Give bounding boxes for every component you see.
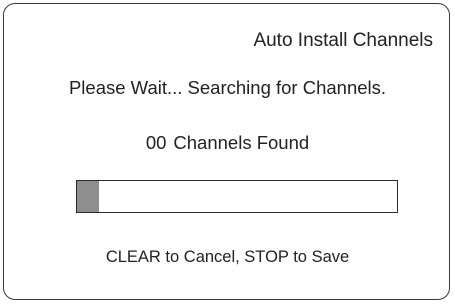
channels-found-readout: 00 Channels Found — [0, 132, 455, 154]
key-hint: CLEAR to Cancel, STOP to Save — [105, 248, 350, 266]
channels-found-label: Channels Found — [173, 132, 310, 153]
status-message: Please Wait... Searching for Channels. — [68, 77, 387, 98]
dialog-title: Auto Install Channels — [253, 30, 433, 51]
channels-found-count: 00 — [145, 132, 167, 153]
search-progress-bar — [76, 180, 398, 213]
auto-install-screen: Auto Install Channels Please Wait... Sea… — [0, 0, 455, 306]
search-progress-fill — [77, 181, 100, 212]
